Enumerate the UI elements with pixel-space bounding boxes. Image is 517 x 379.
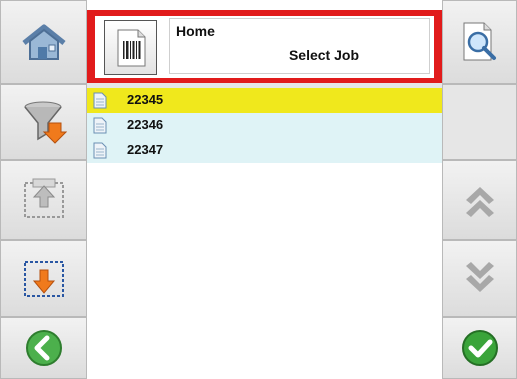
job-select-screen: Home Select Job 22345 22346 22347 <box>0 0 517 379</box>
header-inner: Home Select Job <box>95 16 434 78</box>
back-icon <box>25 330 62 366</box>
confirm-button[interactable] <box>442 317 517 379</box>
job-list: 22345 22346 22347 <box>87 88 442 379</box>
scroll-down-icon <box>465 261 494 292</box>
document-icon <box>93 142 107 159</box>
right-toolbar <box>442 0 517 379</box>
document-icon <box>93 117 107 134</box>
header-bar: Home Select Job <box>87 10 442 83</box>
move-down-icon <box>23 260 64 297</box>
title-box: Home Select Job <box>169 18 430 74</box>
barcode-button[interactable] <box>104 20 157 75</box>
filter-button[interactable] <box>0 84 87 160</box>
page-title: Home <box>176 23 215 39</box>
job-number: 22345 <box>127 92 164 107</box>
move-up-icon <box>23 178 64 218</box>
filter-icon <box>23 101 67 144</box>
scroll-up-icon <box>465 187 494 217</box>
barcode-icon <box>117 29 145 66</box>
job-number: 22347 <box>127 142 164 157</box>
job-number: 22346 <box>127 117 164 132</box>
home-button[interactable] <box>0 0 87 84</box>
document-icon <box>93 92 107 109</box>
move-down-button[interactable] <box>0 240 87 317</box>
back-button[interactable] <box>0 317 87 379</box>
left-toolbar <box>0 0 87 379</box>
confirm-icon <box>461 330 498 366</box>
scroll-down-button[interactable] <box>442 240 517 317</box>
search-button[interactable] <box>442 0 517 84</box>
job-row-22345[interactable]: 22345 <box>87 88 442 113</box>
job-row-22347[interactable]: 22347 <box>87 138 442 163</box>
scroll-up-button[interactable] <box>442 160 517 240</box>
home-icon <box>21 24 66 60</box>
blank-button <box>442 84 517 160</box>
move-up-button[interactable] <box>0 160 87 240</box>
page-subtitle: Select Job <box>288 47 359 63</box>
search-document-icon <box>463 22 496 61</box>
job-row-22346[interactable]: 22346 <box>87 113 442 138</box>
